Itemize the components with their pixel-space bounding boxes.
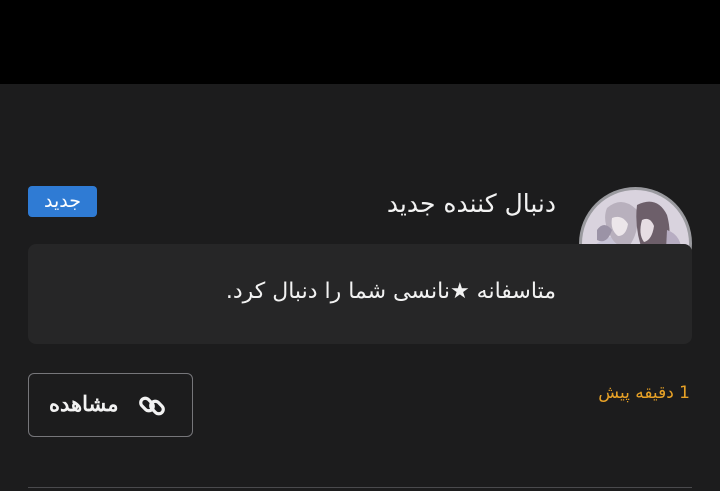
new-badge: جدید — [28, 186, 97, 217]
top-bar — [0, 0, 720, 84]
notification-title: دنبال کننده جدید — [386, 189, 556, 218]
link-icon — [137, 391, 167, 421]
message-box: متاسفانه ★نانسی شما را دنبال کرد. — [28, 244, 692, 344]
timestamp: 1 دقیقه پیش — [598, 383, 690, 403]
divider — [28, 487, 692, 488]
view-button-label: مشاهده — [49, 393, 119, 416]
view-button[interactable]: مشاهده — [28, 373, 193, 437]
message-text: متاسفانه ★نانسی شما را دنبال کرد. — [225, 279, 556, 304]
